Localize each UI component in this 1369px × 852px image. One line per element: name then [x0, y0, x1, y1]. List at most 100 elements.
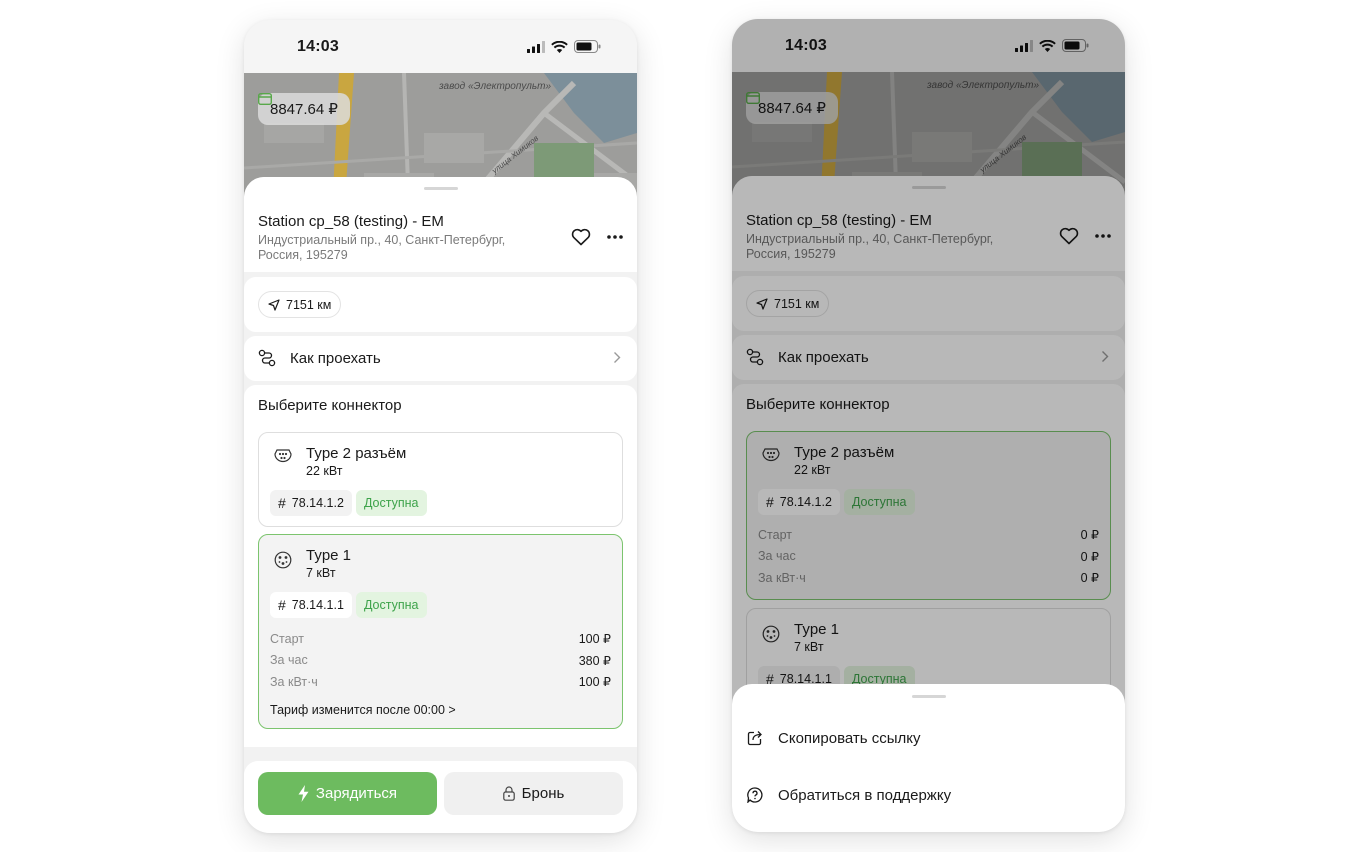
- price-list: Старт 0 ₽ За час 0 ₽ За кВт·ч 0 ₽: [758, 524, 1099, 589]
- station-title: Station cp_58 (testing) - EM: [258, 213, 444, 230]
- hash-icon: #: [278, 495, 286, 511]
- route-label: Как проехать: [290, 350, 381, 367]
- price-row-start: Старт 100 ₽: [270, 628, 611, 650]
- system-icons: [527, 40, 601, 53]
- balance-chip[interactable]: 8847.64 ₽: [746, 92, 838, 124]
- distance-value: 7151 км: [286, 297, 332, 312]
- charge-button[interactable]: Зарядиться: [258, 772, 437, 815]
- balance-chip[interactable]: 8847.64 ₽: [258, 93, 350, 125]
- battery-icon: [1062, 39, 1089, 52]
- sheet-grabber[interactable]: [423, 187, 458, 190]
- price-label: За час: [758, 549, 796, 564]
- hash-icon: #: [278, 597, 286, 613]
- connector-name: Type 1: [306, 547, 352, 564]
- favorite-heart-icon[interactable]: [571, 228, 591, 246]
- connector-power: 7 кВт: [794, 640, 824, 654]
- options-menu-sheet: Скопировать ссылку Обратиться в поддержк…: [732, 684, 1125, 832]
- connector-card-type1[interactable]: Type 1 7 кВт # 78.14.1.1 Доступна Старт 1…: [258, 534, 623, 729]
- connector-name: Type 2 разъём: [794, 444, 895, 461]
- more-options-icon[interactable]: [607, 228, 623, 246]
- price-value: 380 ₽: [578, 653, 611, 668]
- wifi-icon: [551, 40, 568, 53]
- route-icon: [258, 349, 276, 367]
- chevron-right-icon: [614, 352, 621, 363]
- menu-item-copy-link[interactable]: Скопировать ссылку: [732, 716, 1125, 760]
- distance-chip: 7151 км: [258, 291, 342, 318]
- help-bubble-icon: [747, 787, 763, 803]
- type2-plug-icon: [274, 449, 292, 463]
- chevron-right-icon: [1102, 351, 1109, 362]
- type1-plug-icon: [274, 551, 292, 569]
- price-value: 0 ₽: [1080, 549, 1099, 564]
- price-label: За кВт·ч: [270, 674, 318, 689]
- menu-item-support[interactable]: Обратиться в поддержку: [732, 773, 1125, 817]
- price-label: Старт: [758, 527, 792, 542]
- cellular-signal-icon: [1015, 39, 1033, 52]
- book-button[interactable]: Бронь: [444, 772, 623, 815]
- action-bar: Зарядиться Бронь: [244, 761, 637, 833]
- wallet-icon: [258, 93, 272, 105]
- lightning-icon: [298, 785, 309, 802]
- cellular-signal-icon: [527, 40, 545, 53]
- price-label: За час: [270, 653, 308, 668]
- price-value: 100 ₽: [578, 675, 611, 690]
- sheet-grabber[interactable]: [911, 695, 946, 698]
- status-badge: Доступна: [843, 489, 915, 515]
- wifi-icon: [1039, 39, 1056, 52]
- station-title: Station cp_58 (testing) - EM: [746, 212, 932, 229]
- connector-name: Type 1: [794, 621, 840, 638]
- price-list: Старт 100 ₽ За час 380 ₽ За кВт·ч 100 ₽: [270, 628, 611, 693]
- price-row-kwh: За кВт·ч 100 ₽: [270, 671, 611, 693]
- map-label-factory: завод «Электропульт»: [439, 81, 552, 92]
- map-label-factory: завод «Электропульт»: [927, 80, 1040, 91]
- distance-chip: 7151 км: [746, 290, 830, 317]
- status-bar: 14:03: [732, 19, 1125, 72]
- connector-id: 78.14.1.2: [291, 496, 344, 510]
- battery-icon: [574, 40, 601, 53]
- book-label: Бронь: [521, 785, 565, 802]
- system-icons: [1015, 39, 1089, 52]
- price-value: 0 ₽: [1080, 528, 1099, 543]
- status-badge: Доступна: [355, 592, 427, 618]
- distance-card: 7151 км: [732, 276, 1125, 331]
- price-row-start: Старт 0 ₽: [758, 524, 1099, 546]
- connector-name: Type 2 разъём: [306, 445, 407, 462]
- connector-section: Выберите коннектор Type 2 разъём 22 кВт …: [244, 385, 637, 747]
- connector-heading: Выберите коннектор: [258, 397, 402, 414]
- connector-card-type2[interactable]: Type 2 разъём 22 кВт # 78.14.1.2 Доступн…: [258, 432, 623, 527]
- connector-power: 22 кВт: [306, 464, 343, 478]
- price-value: 0 ₽: [1080, 571, 1099, 586]
- connector-power: 22 кВт: [794, 463, 831, 477]
- tariff-change-link[interactable]: Тариф изменится после 00:00 >: [270, 703, 456, 717]
- connector-id: 78.14.1.1: [291, 598, 344, 612]
- price-row-kwh: За кВт·ч 0 ₽: [758, 567, 1099, 589]
- connector-power: 7 кВт: [306, 566, 336, 580]
- charge-label: Зарядиться: [315, 785, 398, 802]
- balance-amount: 8847.64 ₽: [758, 100, 826, 117]
- distance-value: 7151 км: [774, 296, 820, 311]
- sheet-grabber[interactable]: [911, 186, 946, 189]
- route-icon: [746, 348, 764, 366]
- route-row[interactable]: Как проехать: [244, 336, 637, 381]
- station-header-card: Station cp_58 (testing) - EM Индустриаль…: [732, 176, 1125, 271]
- type2-plug-icon: [762, 448, 780, 462]
- connector-card-type2[interactable]: Type 2 разъём 22 кВт # 78.14.1.2 Доступн…: [746, 431, 1111, 600]
- menu-item-label: Обратиться в поддержку: [778, 786, 952, 804]
- hash-icon: #: [766, 494, 774, 510]
- share-icon: [747, 731, 762, 746]
- connector-id-chip: # 78.14.1.2: [270, 490, 352, 516]
- station-header-card: Station cp_58 (testing) - EM Индустриаль…: [244, 177, 637, 272]
- wallet-icon: [746, 92, 760, 104]
- status-time: 14:03: [297, 38, 339, 55]
- favorite-heart-icon[interactable]: [1059, 227, 1079, 245]
- navigation-arrow-icon: [268, 298, 280, 311]
- status-time: 14:03: [785, 37, 827, 54]
- connector-id: 78.14.1.2: [779, 495, 832, 509]
- route-row[interactable]: Как проехать: [732, 335, 1125, 380]
- station-sheet: Station cp_58 (testing) - EM Индустриаль…: [244, 177, 637, 833]
- price-row-hour: За час 0 ₽: [758, 546, 1099, 568]
- more-options-icon[interactable]: [1095, 227, 1111, 245]
- status-bar: 14:03: [244, 20, 637, 73]
- status-badge: Доступна: [355, 490, 427, 516]
- connector-id-chip: # 78.14.1.2: [758, 489, 840, 515]
